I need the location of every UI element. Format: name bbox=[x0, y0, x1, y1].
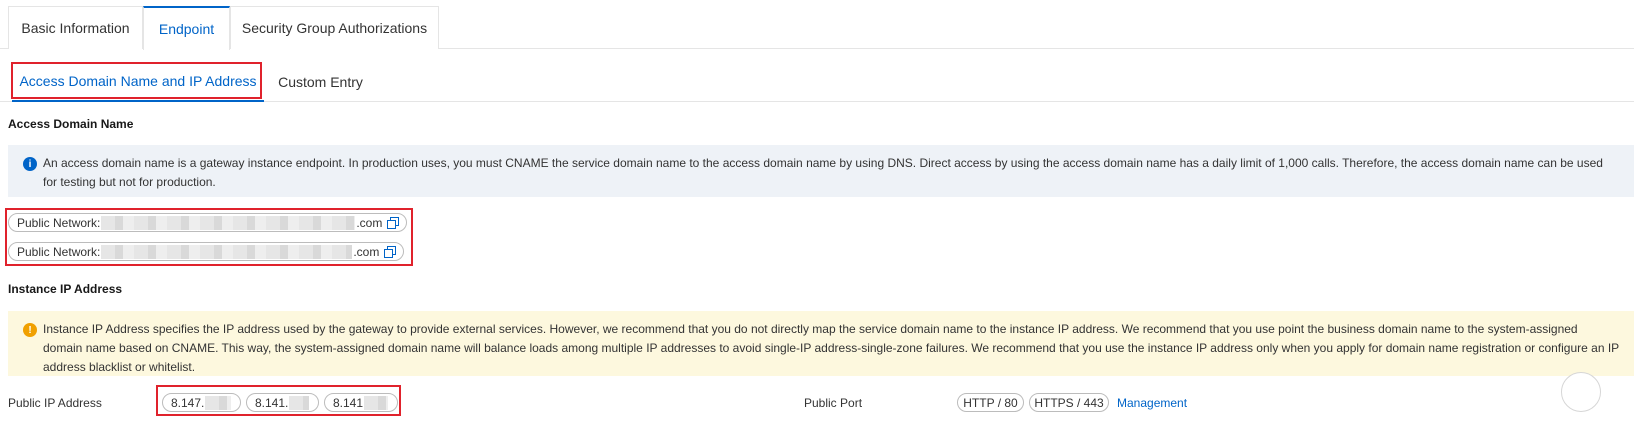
public-network-label: Public Network: bbox=[17, 244, 101, 259]
copy-icon[interactable] bbox=[387, 217, 399, 229]
access-domain-notice: i An access domain name is a gateway ins… bbox=[8, 145, 1634, 197]
port-pill-http: HTTP / 80 bbox=[957, 393, 1024, 412]
public-port-label: Public Port bbox=[804, 396, 863, 410]
domain-suffix: .com bbox=[353, 244, 380, 259]
instance-ip-notice-text: Instance IP Address specifies the IP add… bbox=[43, 322, 1619, 374]
floating-assistant-button[interactable] bbox=[1561, 372, 1601, 412]
redacted-ip bbox=[205, 395, 231, 410]
redacted-domain bbox=[101, 244, 353, 259]
top-tab-bar: Basic Information Endpoint Security Grou… bbox=[0, 6, 1634, 50]
endpoint-page: Basic Information Endpoint Security Grou… bbox=[0, 0, 1634, 442]
ip-pill-3: 8.141 bbox=[324, 393, 398, 412]
public-ip-label: Public IP Address bbox=[8, 396, 102, 410]
instance-ip-title: Instance IP Address bbox=[8, 282, 123, 296]
port-pill-https: HTTPS / 443 bbox=[1029, 393, 1109, 412]
public-network-label: Public Network: bbox=[17, 215, 101, 230]
ip-prefix: 8.147. bbox=[171, 395, 205, 410]
warning-icon: ! bbox=[23, 323, 37, 337]
public-network-entry-1: Public Network: .com bbox=[8, 213, 407, 232]
redacted-domain bbox=[101, 215, 356, 230]
instance-ip-notice: ! Instance IP Address specifies the IP a… bbox=[8, 311, 1634, 376]
redacted-ip bbox=[289, 395, 309, 410]
copy-icon[interactable] bbox=[384, 246, 396, 258]
ip-pill-2: 8.141. bbox=[246, 393, 319, 412]
tab-security-group-authorizations[interactable]: Security Group Authorizations bbox=[230, 6, 439, 49]
info-icon: i bbox=[23, 157, 37, 171]
ip-prefix: 8.141. bbox=[255, 395, 289, 410]
public-network-entry-2: Public Network: .com bbox=[8, 242, 404, 261]
subtab-access-domain-and-ip[interactable]: Access Domain Name and IP Address bbox=[12, 62, 264, 102]
tab-endpoint[interactable]: Endpoint bbox=[143, 6, 230, 50]
domain-suffix: .com bbox=[356, 215, 383, 230]
redacted-ip bbox=[364, 395, 388, 410]
tab-basic-information[interactable]: Basic Information bbox=[8, 6, 143, 49]
ip-pill-1: 8.147. bbox=[162, 393, 241, 412]
ip-prefix: 8.141 bbox=[333, 395, 364, 410]
access-domain-notice-text: An access domain name is a gateway insta… bbox=[43, 156, 1603, 189]
sub-tab-bar: Access Domain Name and IP Address Custom… bbox=[0, 62, 1634, 102]
subtab-custom-entry[interactable]: Custom Entry bbox=[272, 62, 369, 102]
management-link[interactable]: Management bbox=[1117, 396, 1187, 410]
access-domain-title: Access Domain Name bbox=[8, 117, 134, 131]
